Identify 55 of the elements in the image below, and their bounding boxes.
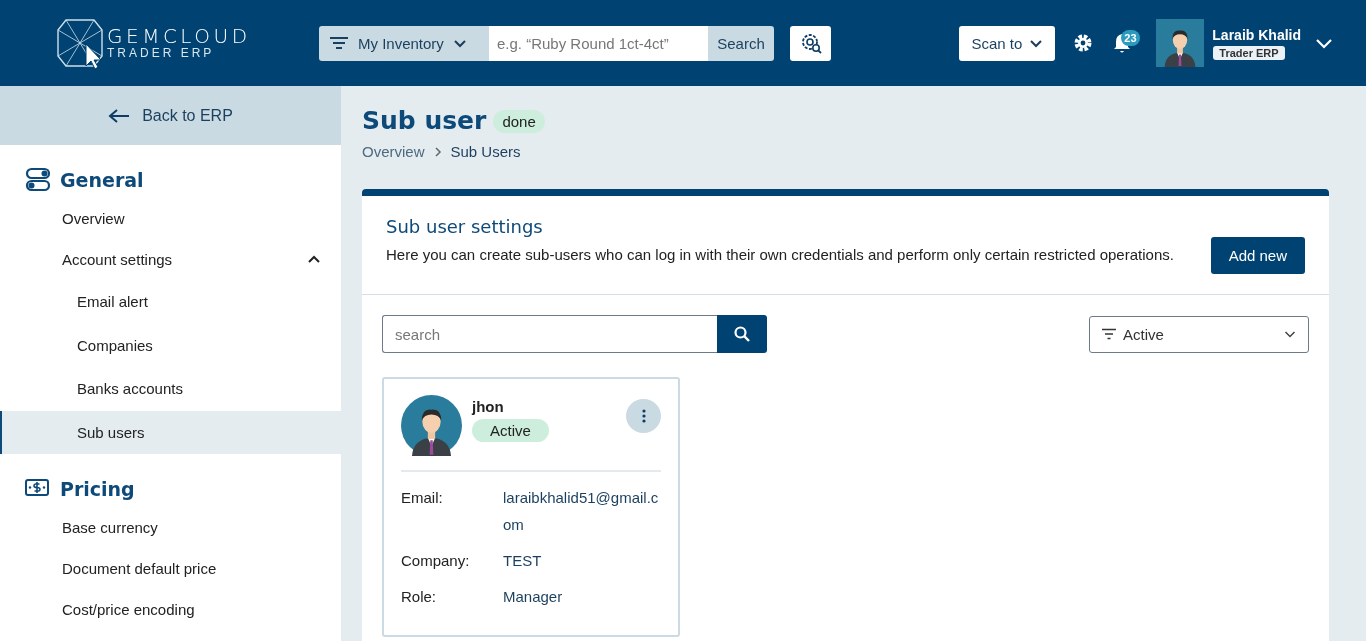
status-badge: done [493, 110, 545, 133]
add-new-button[interactable]: Add new [1210, 237, 1305, 274]
chevron-down-icon [1284, 329, 1296, 339]
notification-count: 23 [1121, 30, 1140, 46]
sidebar-item[interactable]: Document default price [0, 548, 341, 589]
avatar-icon [401, 395, 462, 456]
back-link[interactable]: Back to ERP [0, 86, 341, 145]
sidebar-item[interactable]: Email alert [0, 280, 341, 324]
sidebar-item[interactable]: Cost/price encoding [0, 589, 341, 630]
breadcrumb-item[interactable]: Overview [362, 143, 425, 160]
more-icon [641, 409, 646, 423]
search-field[interactable]: e.g. “Ruby Round 1ct-4ct” [489, 25, 708, 61]
avatar-icon [1156, 19, 1205, 67]
search-field[interactable]: search [382, 315, 717, 353]
field-label: Company: [401, 551, 471, 571]
sidebar-item[interactable]: Sub users [0, 410, 341, 454]
user-menu-button[interactable] [1315, 36, 1333, 50]
chevron-down-icon [1315, 36, 1333, 50]
filter-icon [1102, 328, 1116, 340]
scope-dropdown[interactable]: My Inventory [319, 25, 489, 61]
search-button[interactable] [717, 315, 767, 353]
chevron-right-icon [432, 145, 443, 158]
status-filter-dropdown[interactable]: Active [1089, 315, 1309, 353]
field-label: Role: [401, 587, 438, 607]
sidebar-item[interactable]: Account settings [0, 239, 341, 280]
role-badge: Trader ERP [1213, 45, 1285, 60]
search-icon [734, 326, 750, 342]
page-title: Sub user [362, 106, 487, 135]
logo-tagline: TRADER ERP [107, 47, 216, 60]
sidebar-item[interactable]: Companies [0, 323, 341, 367]
card-description: Here you can create sub-users who can log in with their own credentials and perform only certain restricted operations. [386, 245, 1174, 265]
toggles-icon [25, 167, 51, 192]
gem-logo-icon [56, 16, 104, 70]
card-title: Sub user settings [386, 216, 544, 237]
section-title: General [60, 168, 144, 191]
section-title: Pricing [60, 477, 135, 500]
logo-name: GEMCLOUD [107, 26, 251, 48]
user-name: jhon [472, 398, 504, 415]
field-value: TEST [503, 551, 543, 571]
breadcrumb-item: Sub Users [450, 143, 521, 160]
field-value: laraibkhalid51@gmail.com [503, 488, 660, 535]
sidebar-item[interactable]: Overview [0, 198, 341, 239]
sidebar-item[interactable]: Banks accounts [0, 367, 341, 411]
sidebar-item[interactable]: Base currency [0, 507, 341, 548]
advanced-search-button[interactable] [790, 25, 831, 61]
search-button[interactable]: Search [708, 25, 774, 61]
more-options-button[interactable] [626, 399, 661, 433]
scan-to-button[interactable]: Scan to [959, 25, 1056, 61]
gear-search-icon [799, 32, 822, 54]
user-name: Laraib Khalid [1212, 26, 1301, 43]
field-value: Manager [503, 587, 564, 607]
status-badge: Active [472, 419, 549, 442]
filter-icon [329, 36, 349, 50]
field-label: Email: [401, 488, 444, 508]
arrow-left-icon [108, 107, 131, 124]
